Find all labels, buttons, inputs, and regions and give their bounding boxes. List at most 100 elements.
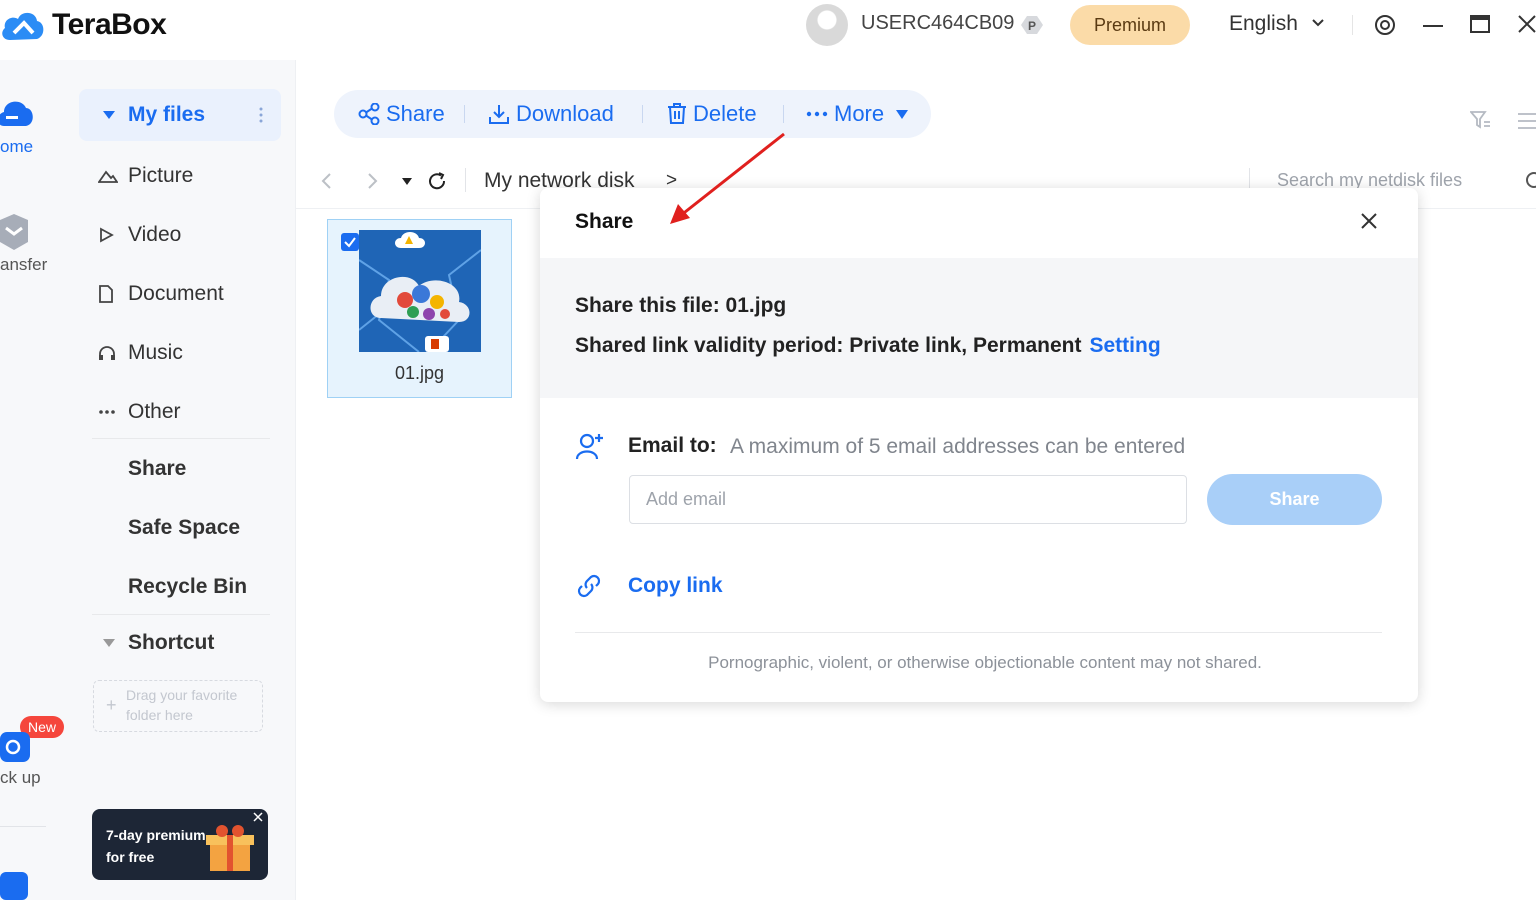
more-horizontal-icon xyxy=(98,409,120,415)
plus-icon: + xyxy=(106,695,117,715)
premium-badge-icon: P xyxy=(1019,14,1045,36)
sidebar-item-label: Other xyxy=(128,400,181,423)
link-icon xyxy=(575,572,603,600)
promo-text: 7-day premium xyxy=(106,827,206,843)
divider xyxy=(92,614,270,615)
maximize-icon[interactable] xyxy=(1470,15,1490,33)
toolbar-label: Share xyxy=(386,101,445,126)
caret-down-icon[interactable] xyxy=(103,111,115,119)
divider xyxy=(0,826,46,827)
copy-link-button[interactable]: Copy link xyxy=(628,574,723,598)
share-icon xyxy=(358,103,386,125)
back-icon[interactable] xyxy=(320,172,332,190)
divider xyxy=(783,105,784,123)
close-icon[interactable] xyxy=(253,812,263,822)
download-icon xyxy=(488,103,516,125)
email-field[interactable] xyxy=(629,475,1187,524)
terabox-logo-icon xyxy=(0,6,46,46)
dropzone-text: Drag your favorite xyxy=(126,687,238,703)
sidebar-item-video[interactable]: Video xyxy=(98,220,181,250)
svg-text:P: P xyxy=(1028,19,1036,33)
document-icon xyxy=(98,285,120,303)
sidebar-item-other[interactable]: Other xyxy=(98,397,181,427)
share-email-button[interactable]: Share xyxy=(1207,474,1382,525)
home-icon[interactable] xyxy=(0,96,34,130)
headphones-icon xyxy=(98,345,120,361)
sidebar-item-my-files[interactable]: My files xyxy=(79,89,281,141)
email-hint: A maximum of 5 email addresses can be en… xyxy=(730,435,1186,458)
more-button[interactable]: More xyxy=(806,101,914,127)
rail-home-label[interactable]: ome xyxy=(0,137,33,157)
download-button[interactable]: Download xyxy=(488,101,614,127)
add-user-icon xyxy=(575,431,605,461)
username[interactable]: USERC464CB09 xyxy=(861,12,1014,35)
dialog-title: Share xyxy=(575,210,634,233)
avatar[interactable] xyxy=(806,4,848,46)
language-selector[interactable]: English xyxy=(1229,12,1298,36)
more-horizontal-icon xyxy=(806,111,834,117)
sidebar-item-label: Music xyxy=(128,341,183,364)
premium-button[interactable]: Premium xyxy=(1070,5,1190,45)
trash-icon xyxy=(667,103,693,125)
share-dialog: Share Share this file: 01.jpg Shared lin… xyxy=(540,188,1418,702)
sidebar-item-music[interactable]: Music xyxy=(98,338,183,368)
premium-promo-banner[interactable]: 7-day premium for free xyxy=(92,809,268,880)
file-tile[interactable]: 01.jpg xyxy=(327,219,512,398)
chevron-down-icon[interactable] xyxy=(1311,18,1325,28)
share-button[interactable]: Share xyxy=(358,101,445,127)
sidebar-item-safe-space[interactable]: Safe Space xyxy=(128,516,240,540)
list-view-icon[interactable] xyxy=(1518,112,1536,130)
sidebar-item-label: My files xyxy=(128,103,206,126)
divider xyxy=(1249,168,1250,190)
toolbar-label: Delete xyxy=(693,101,757,126)
divider xyxy=(642,105,643,123)
rail-backup-label[interactable]: ck up xyxy=(0,768,41,788)
disclaimer-text: Pornographic, violent, or otherwise obje… xyxy=(708,653,1262,672)
toolbar-label: More xyxy=(834,101,885,126)
caret-down-icon xyxy=(896,109,914,119)
app-name: TeraBox xyxy=(52,8,167,41)
checkbox[interactable] xyxy=(341,233,359,251)
sidebar-item-recycle-bin[interactable]: Recycle Bin xyxy=(128,575,247,599)
video-icon xyxy=(98,227,120,243)
setting-link[interactable]: Setting xyxy=(1090,334,1161,357)
app-icon[interactable] xyxy=(0,872,28,900)
caret-down-icon[interactable] xyxy=(103,639,115,647)
caret-down-icon[interactable] xyxy=(402,178,412,185)
divider xyxy=(1352,15,1353,35)
sidebar-item-label: Video xyxy=(128,223,182,246)
minimize-icon[interactable] xyxy=(1423,24,1443,28)
divider xyxy=(575,632,1382,633)
refresh-icon[interactable] xyxy=(427,171,447,191)
divider xyxy=(464,105,465,123)
sidebar-item-label: Picture xyxy=(128,164,194,187)
more-vertical-icon[interactable] xyxy=(259,107,263,123)
delete-button[interactable]: Delete xyxy=(667,101,757,127)
divider xyxy=(465,168,466,192)
validity-text: Shared link validity period: Private lin… xyxy=(575,334,1161,358)
forward-icon[interactable] xyxy=(367,172,379,190)
sidebar-item-document[interactable]: Document xyxy=(98,279,224,309)
file-toolbar: Share Download Delete More xyxy=(334,90,931,138)
email-label: Email to: xyxy=(628,434,717,457)
dropzone-text: folder here xyxy=(126,707,193,723)
title-bar: TeraBox USERC464CB09 P Premium English xyxy=(0,0,1536,56)
sidebar-item-share[interactable]: Share xyxy=(128,457,186,481)
divider xyxy=(92,438,270,439)
rail-transfer-label[interactable]: ansfer xyxy=(0,255,47,275)
backup-icon[interactable] xyxy=(0,732,30,762)
annotation-arrow-icon xyxy=(660,128,790,228)
transfer-icon[interactable] xyxy=(0,214,30,250)
search-icon[interactable] xyxy=(1524,171,1536,191)
share-file-text: Share this file: 01.jpg xyxy=(575,294,787,317)
toolbar-label: Download xyxy=(516,101,614,126)
filter-icon[interactable] xyxy=(1470,110,1492,130)
close-icon[interactable] xyxy=(1360,212,1378,230)
left-rail: ome ansfer New ck up xyxy=(0,60,66,900)
sidebar-item-picture[interactable]: Picture xyxy=(98,161,193,191)
shortcut-dropzone[interactable]: + Drag your favorite folder here xyxy=(93,680,263,732)
sidebar-item-shortcut[interactable]: Shortcut xyxy=(128,631,214,655)
settings-icon[interactable] xyxy=(1374,14,1396,36)
file-thumbnail xyxy=(359,230,481,352)
close-window-icon[interactable] xyxy=(1518,15,1536,33)
